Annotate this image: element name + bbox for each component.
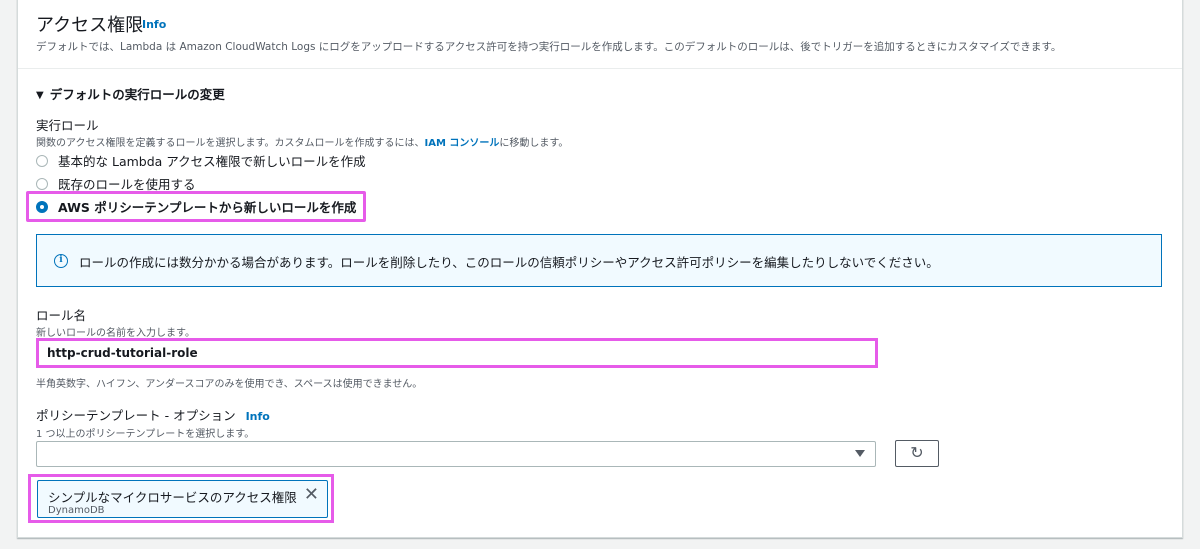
execution-role-description-text: 関数のアクセス権限を定義するロールを選択します。カスタムロールを作成するには、 [36, 138, 425, 149]
token-sublabel: DynamoDB [48, 505, 105, 516]
close-icon[interactable]: ✕ [304, 483, 319, 507]
policy-templates-select[interactable] [36, 441, 876, 467]
policy-templates-label-text: ポリシーテンプレート - オプション [36, 408, 236, 423]
execution-role-label: 実行ロール [36, 118, 99, 133]
policy-templates-label: ポリシーテンプレート - オプション Info [36, 405, 270, 424]
execution-role-description-text-end: に移動します。 [499, 138, 569, 149]
radio-button[interactable] [36, 177, 48, 190]
radio-label: 基本的な Lambda アクセス権限で新しいロールを作成 [58, 154, 366, 169]
policy-template-token: シンプルなマイクロサービスのアクセス権限 DynamoDB ✕ [37, 480, 328, 518]
radio-create-basic-role[interactable]: 基本的な Lambda アクセス権限で新しいロールを作成 [36, 151, 366, 170]
section-description: デフォルトでは、Lambda は Amazon CloudWatch Logs … [36, 41, 1062, 53]
iam-console-link[interactable]: IAM コンソール [425, 138, 500, 149]
execution-role-description: 関数のアクセス権限を定義するロールを選択します。カスタムロールを作成するには、I… [36, 134, 568, 149]
caret-down-icon [855, 450, 865, 457]
info-alert: i ロールの作成には数分かかる場合があります。ロールを削除したり、このロールの信… [36, 234, 1162, 287]
policy-templates-info-link[interactable]: Info [246, 410, 270, 423]
radio-label: AWS ポリシーテンプレートから新しいロールを作成 [58, 200, 357, 215]
panel-header: アクセス権限 Info デフォルトでは、Lambda は Amazon Clou… [18, 0, 1182, 69]
permissions-panel: アクセス権限 Info デフォルトでは、Lambda は Amazon Clou… [17, 0, 1183, 538]
refresh-icon: ↻ [910, 443, 924, 462]
token-label: シンプルなマイクロサービスのアクセス権限 [48, 490, 297, 505]
alert-text: ロールの作成には数分かかる場合があります。ロールを削除したり、このロールの信頼ポ… [79, 255, 939, 270]
change-default-role-expander[interactable]: ▼ デフォルトの実行ロールの変更 [36, 84, 225, 103]
role-name-input[interactable]: http-crud-tutorial-role [36, 338, 878, 368]
section-title: アクセス権限 [36, 15, 144, 36]
radio-create-from-policy-template[interactable]: AWS ポリシーテンプレートから新しいロールを作成 [26, 191, 366, 222]
selected-token-highlight: シンプルなマイクロサービスのアクセス権限 DynamoDB ✕ [28, 474, 334, 523]
policy-templates-description: 1 つ以上のポリシーテンプレートを選択します。 [36, 429, 255, 440]
section-info-link[interactable]: Info [142, 18, 166, 31]
role-name-description: 新しいロールの名前を入力します。 [36, 328, 195, 339]
expander-label: デフォルトの実行ロールの変更 [49, 87, 225, 102]
info-icon: i [54, 254, 68, 268]
caret-down-icon: ▼ [36, 90, 44, 101]
refresh-button[interactable]: ↻ [895, 440, 939, 467]
radio-button[interactable] [36, 154, 48, 167]
role-name-label: ロール名 [36, 308, 87, 323]
role-name-constraint: 半角英数字、ハイフン、アンダースコアのみを使用でき、スペースは使用できません。 [36, 379, 423, 390]
radio-button-selected[interactable] [36, 200, 48, 213]
